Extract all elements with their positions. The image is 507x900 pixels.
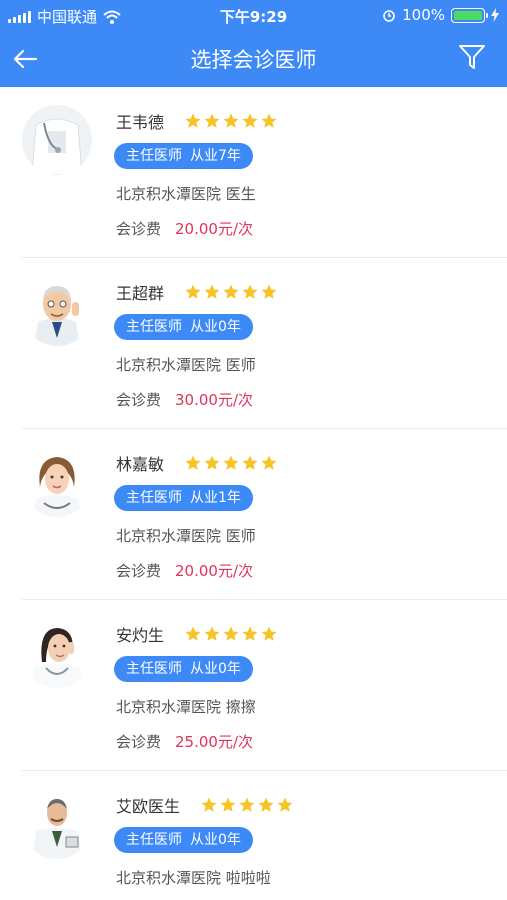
star-icon	[261, 113, 277, 128]
star-icon	[261, 455, 277, 470]
fee-value: 25.00元/次	[175, 733, 254, 751]
doctor-list: 王韦德 主任医师 从业7年 北京积水潭医院 医生 会诊费 20.00元/次 王超…	[0, 87, 507, 900]
doctor-name-line: 安灼生	[116, 622, 278, 646]
star-icon	[258, 797, 274, 812]
star-icon	[223, 626, 239, 641]
doctor-avatar	[22, 276, 92, 346]
doctor-title-badge: 主任医师 从业0年	[114, 827, 253, 853]
doctor-experience: 从业0年	[190, 661, 241, 677]
rating-stars	[184, 283, 278, 301]
doctor-title: 主任医师	[126, 832, 182, 848]
doctor-name: 王韦德	[116, 113, 165, 132]
doctor-avatar	[22, 447, 92, 517]
doctor-title-badge: 主任医师 从业0年	[114, 656, 253, 682]
doctor-name: 林嘉敏	[116, 455, 165, 474]
star-icon	[242, 455, 258, 470]
charging-icon	[491, 8, 499, 22]
doctor-list-item[interactable]: 艾欧医生 主任医师 从业0年 北京积水潭医院 啦啦啦	[22, 771, 507, 900]
star-icon	[261, 626, 277, 641]
doctor-experience: 从业1年	[190, 490, 241, 506]
fee-label: 会诊费	[116, 220, 162, 238]
star-icon	[185, 113, 201, 128]
rating-stars	[184, 454, 278, 472]
rating-stars	[184, 112, 278, 130]
filter-icon[interactable]	[457, 42, 487, 72]
star-icon	[204, 626, 220, 641]
doctor-list-item[interactable]: 王超群 主任医师 从业0年 北京积水潭医院 医师 会诊费 30.00元/次	[22, 258, 507, 429]
star-icon	[201, 797, 217, 812]
doctor-title: 主任医师	[126, 319, 182, 335]
fee-value: 30.00元/次	[175, 391, 254, 409]
doctor-title: 主任医师	[126, 148, 182, 164]
star-icon	[185, 284, 201, 299]
navbar: 选择会诊医师	[0, 30, 507, 87]
doctor-name: 艾欧医生	[116, 797, 181, 816]
star-icon	[242, 626, 258, 641]
doctor-hospital: 北京积水潭医院 医师	[116, 527, 256, 545]
star-icon	[185, 455, 201, 470]
fee-value: 20.00元/次	[175, 562, 254, 580]
doctor-title-badge: 主任医师 从业1年	[114, 485, 253, 511]
star-icon	[204, 455, 220, 470]
doctor-title-badge: 主任医师 从业7年	[114, 143, 253, 169]
doctor-hospital: 北京积水潭医院 医师	[116, 356, 256, 374]
star-icon	[261, 284, 277, 299]
doctor-experience: 从业0年	[190, 832, 241, 848]
doctor-name-line: 艾欧医生	[116, 793, 294, 817]
star-icon	[242, 113, 258, 128]
rating-stars	[200, 796, 294, 814]
fee-line: 会诊费 25.00元/次	[116, 731, 253, 752]
doctor-hospital: 北京积水潭医院 医生	[116, 185, 256, 203]
doctor-avatar	[22, 105, 92, 175]
doctor-avatar	[22, 618, 92, 688]
app-header: 中国联通 下午9:29 100% 选择会诊医师	[0, 0, 507, 87]
star-icon	[220, 797, 236, 812]
status-bar: 中国联通 下午9:29 100%	[0, 0, 507, 30]
doctor-title: 主任医师	[126, 490, 182, 506]
fee-value: 20.00元/次	[175, 220, 254, 238]
doctor-name-line: 林嘉敏	[116, 451, 278, 475]
rating-stars	[184, 625, 278, 643]
doctor-title: 主任医师	[126, 661, 182, 677]
doctor-name: 王超群	[116, 284, 165, 303]
doctor-experience: 从业0年	[190, 319, 241, 335]
star-icon	[277, 797, 293, 812]
doctor-experience: 从业7年	[190, 148, 241, 164]
doctor-list-item[interactable]: 安灼生 主任医师 从业0年 北京积水潭医院 擦擦 会诊费 25.00元/次	[22, 600, 507, 771]
page-title: 选择会诊医师	[190, 48, 317, 72]
doctor-hospital: 北京积水潭医院 啦啦啦	[116, 869, 271, 887]
doctor-name-line: 王韦德	[116, 109, 278, 133]
alarm-icon	[383, 10, 395, 22]
status-right: 100%	[382, 6, 499, 24]
fee-label: 会诊费	[116, 733, 162, 751]
star-icon	[223, 113, 239, 128]
fee-line: 会诊费 20.00元/次	[116, 560, 253, 581]
battery-icon	[451, 7, 488, 23]
fee-label: 会诊费	[116, 562, 162, 580]
doctor-title-badge: 主任医师 从业0年	[114, 314, 253, 340]
star-icon	[185, 626, 201, 641]
fee-line: 会诊费 20.00元/次	[116, 218, 253, 239]
star-icon	[204, 284, 220, 299]
doctor-name: 安灼生	[116, 626, 165, 645]
doctor-list-item[interactable]: 王韦德 主任医师 从业7年 北京积水潭医院 医生 会诊费 20.00元/次	[22, 87, 507, 258]
star-icon	[242, 284, 258, 299]
fee-line: 会诊费 30.00元/次	[116, 389, 253, 410]
star-icon	[223, 284, 239, 299]
star-icon	[239, 797, 255, 812]
star-icon	[204, 113, 220, 128]
battery-percent: 100%	[402, 6, 445, 24]
star-icon	[223, 455, 239, 470]
doctor-hospital: 北京积水潭医院 擦擦	[116, 698, 256, 716]
doctor-list-item[interactable]: 林嘉敏 主任医师 从业1年 北京积水潭医院 医师 会诊费 20.00元/次	[22, 429, 507, 600]
doctor-avatar	[22, 789, 92, 859]
fee-label: 会诊费	[116, 391, 162, 409]
doctor-name-line: 王超群	[116, 280, 278, 304]
